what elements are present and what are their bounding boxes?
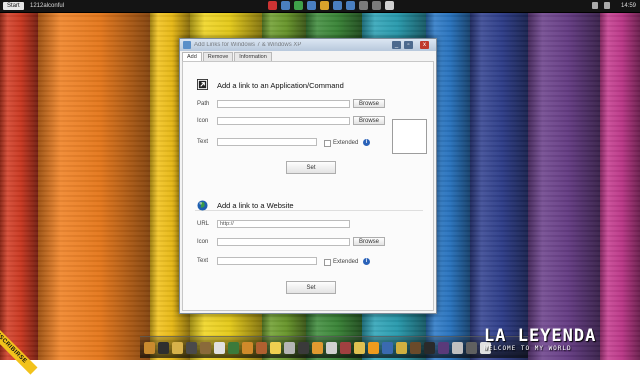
dock-app-icon[interactable] [214,341,225,354]
dock-app-icon[interactable] [298,341,309,354]
top-taskbar: Start 1212alconful 14:59 [0,0,640,13]
dock-app-icon[interactable] [452,341,463,354]
url-label: URL [197,221,210,227]
clock[interactable]: 14:59 [621,2,636,10]
dock-app-icon[interactable] [144,341,155,354]
web-info-icon[interactable]: i [363,258,370,265]
dock-app-icon[interactable] [256,341,267,354]
maximize-button[interactable]: ▫ [404,41,413,49]
dock-app-icon[interactable] [242,341,253,354]
taskbar-icons [268,1,394,10]
taskbar-app-icon[interactable] [268,1,277,10]
app-text-label: Text [197,139,209,145]
dock-app-icon[interactable] [368,341,379,354]
taskbar-app-icon[interactable] [346,1,355,10]
dock-app-icon[interactable] [158,341,169,354]
web-text-label: Text [197,258,209,264]
wallpaper-stripe [38,0,150,360]
dock-app-icon[interactable] [410,341,421,354]
app-extended-checkbox[interactable] [324,140,331,147]
tab-remove[interactable]: Remove [202,52,234,61]
dock-app-icon[interactable] [466,341,477,354]
web-extended-checkbox[interactable] [324,259,331,266]
web-icon-browse-button[interactable]: Browse [353,237,385,246]
channel-brand: LA LEYENDA WELCOME TO MY WORLD [484,328,596,353]
app-text-input[interactable] [217,138,317,146]
minimize-button[interactable]: _ [392,41,401,49]
web-text-input[interactable] [217,257,317,265]
globe-icon [197,200,208,211]
taskbar-app-icon[interactable] [333,1,342,10]
section-divider [195,210,423,211]
dock-app-icon[interactable] [200,341,211,354]
app-extended-label: Extended [333,140,359,146]
close-button[interactable]: x [420,41,429,49]
taskbar-app-icon[interactable] [320,1,329,10]
dock-app-icon[interactable] [284,341,295,354]
app-info-icon[interactable]: i [363,139,370,146]
shortcut-arrow-icon [197,79,208,90]
system-tray [592,2,610,9]
taskbar-app-icon[interactable] [359,1,368,10]
dock-app-icon[interactable] [438,341,449,354]
brand-subtitle: WELCOME TO MY WORLD [484,345,572,352]
add-tab-panel: Add a link to an Application/Command Pat… [182,61,434,311]
app-section-title: Add a link to an Application/Command [217,81,344,90]
dock-app-icon[interactable] [326,341,337,354]
dock-app-icon[interactable] [382,341,393,354]
web-extended-label: Extended [333,259,359,265]
dock-app-icon[interactable] [172,341,183,354]
tab-add[interactable]: Add [182,52,202,61]
window-titlebar[interactable]: Add Links for Windows 7 & Windows XP _ ▫… [180,39,436,51]
wallpaper-stripe [470,0,528,360]
dock-app-icon[interactable] [424,341,435,354]
dock-app-icon[interactable] [312,341,323,354]
path-input[interactable] [217,100,350,108]
window-title: Add Links for Windows 7 & Windows XP [194,42,302,48]
wallpaper-stripe [600,0,640,360]
app-set-button[interactable]: Set [286,161,336,174]
app-icon-browse-button[interactable]: Browse [353,116,385,125]
taskbar-app-icon[interactable] [294,1,303,10]
add-links-window: Add Links for Windows 7 & Windows XP _ ▫… [179,38,437,314]
wallpaper-stripe [0,0,38,360]
dock-app-icon[interactable] [270,341,281,354]
network-icon[interactable] [592,2,598,9]
web-set-button[interactable]: Set [286,281,336,294]
dock-app-icon[interactable] [228,341,239,354]
taskbar-app-icon[interactable] [307,1,316,10]
taskbar-app-icon[interactable] [281,1,290,10]
wallpaper-stripe [528,0,600,360]
path-browse-button[interactable]: Browse [353,99,385,108]
app-icon [183,41,191,49]
web-icon-input[interactable] [217,238,350,246]
taskbar-app-icon[interactable] [385,1,394,10]
tab-information[interactable]: Information [234,52,272,61]
path-label: Path [197,101,210,107]
dock-app-icon[interactable] [186,341,197,354]
web-section-title: Add a link to a Website [217,201,294,210]
brand-title: LA LEYENDA [484,326,597,346]
dock-app-icon[interactable] [354,341,365,354]
tab-bar: Add Remove Information [182,52,273,61]
dock-app-icon[interactable] [396,341,407,354]
bottom-dock [140,336,528,358]
url-input[interactable] [217,220,350,228]
volume-icon[interactable] [604,2,610,9]
web-icon-label: Icon [197,239,209,245]
icon-preview [392,119,427,154]
dock-app-icon[interactable] [340,341,351,354]
taskbar-app-icon[interactable] [372,1,381,10]
start-button[interactable]: Start [3,2,24,10]
app-icon-input[interactable] [217,117,350,125]
active-window-title[interactable]: 1212alconful [30,2,64,10]
app-icon-label: Icon [197,118,209,124]
